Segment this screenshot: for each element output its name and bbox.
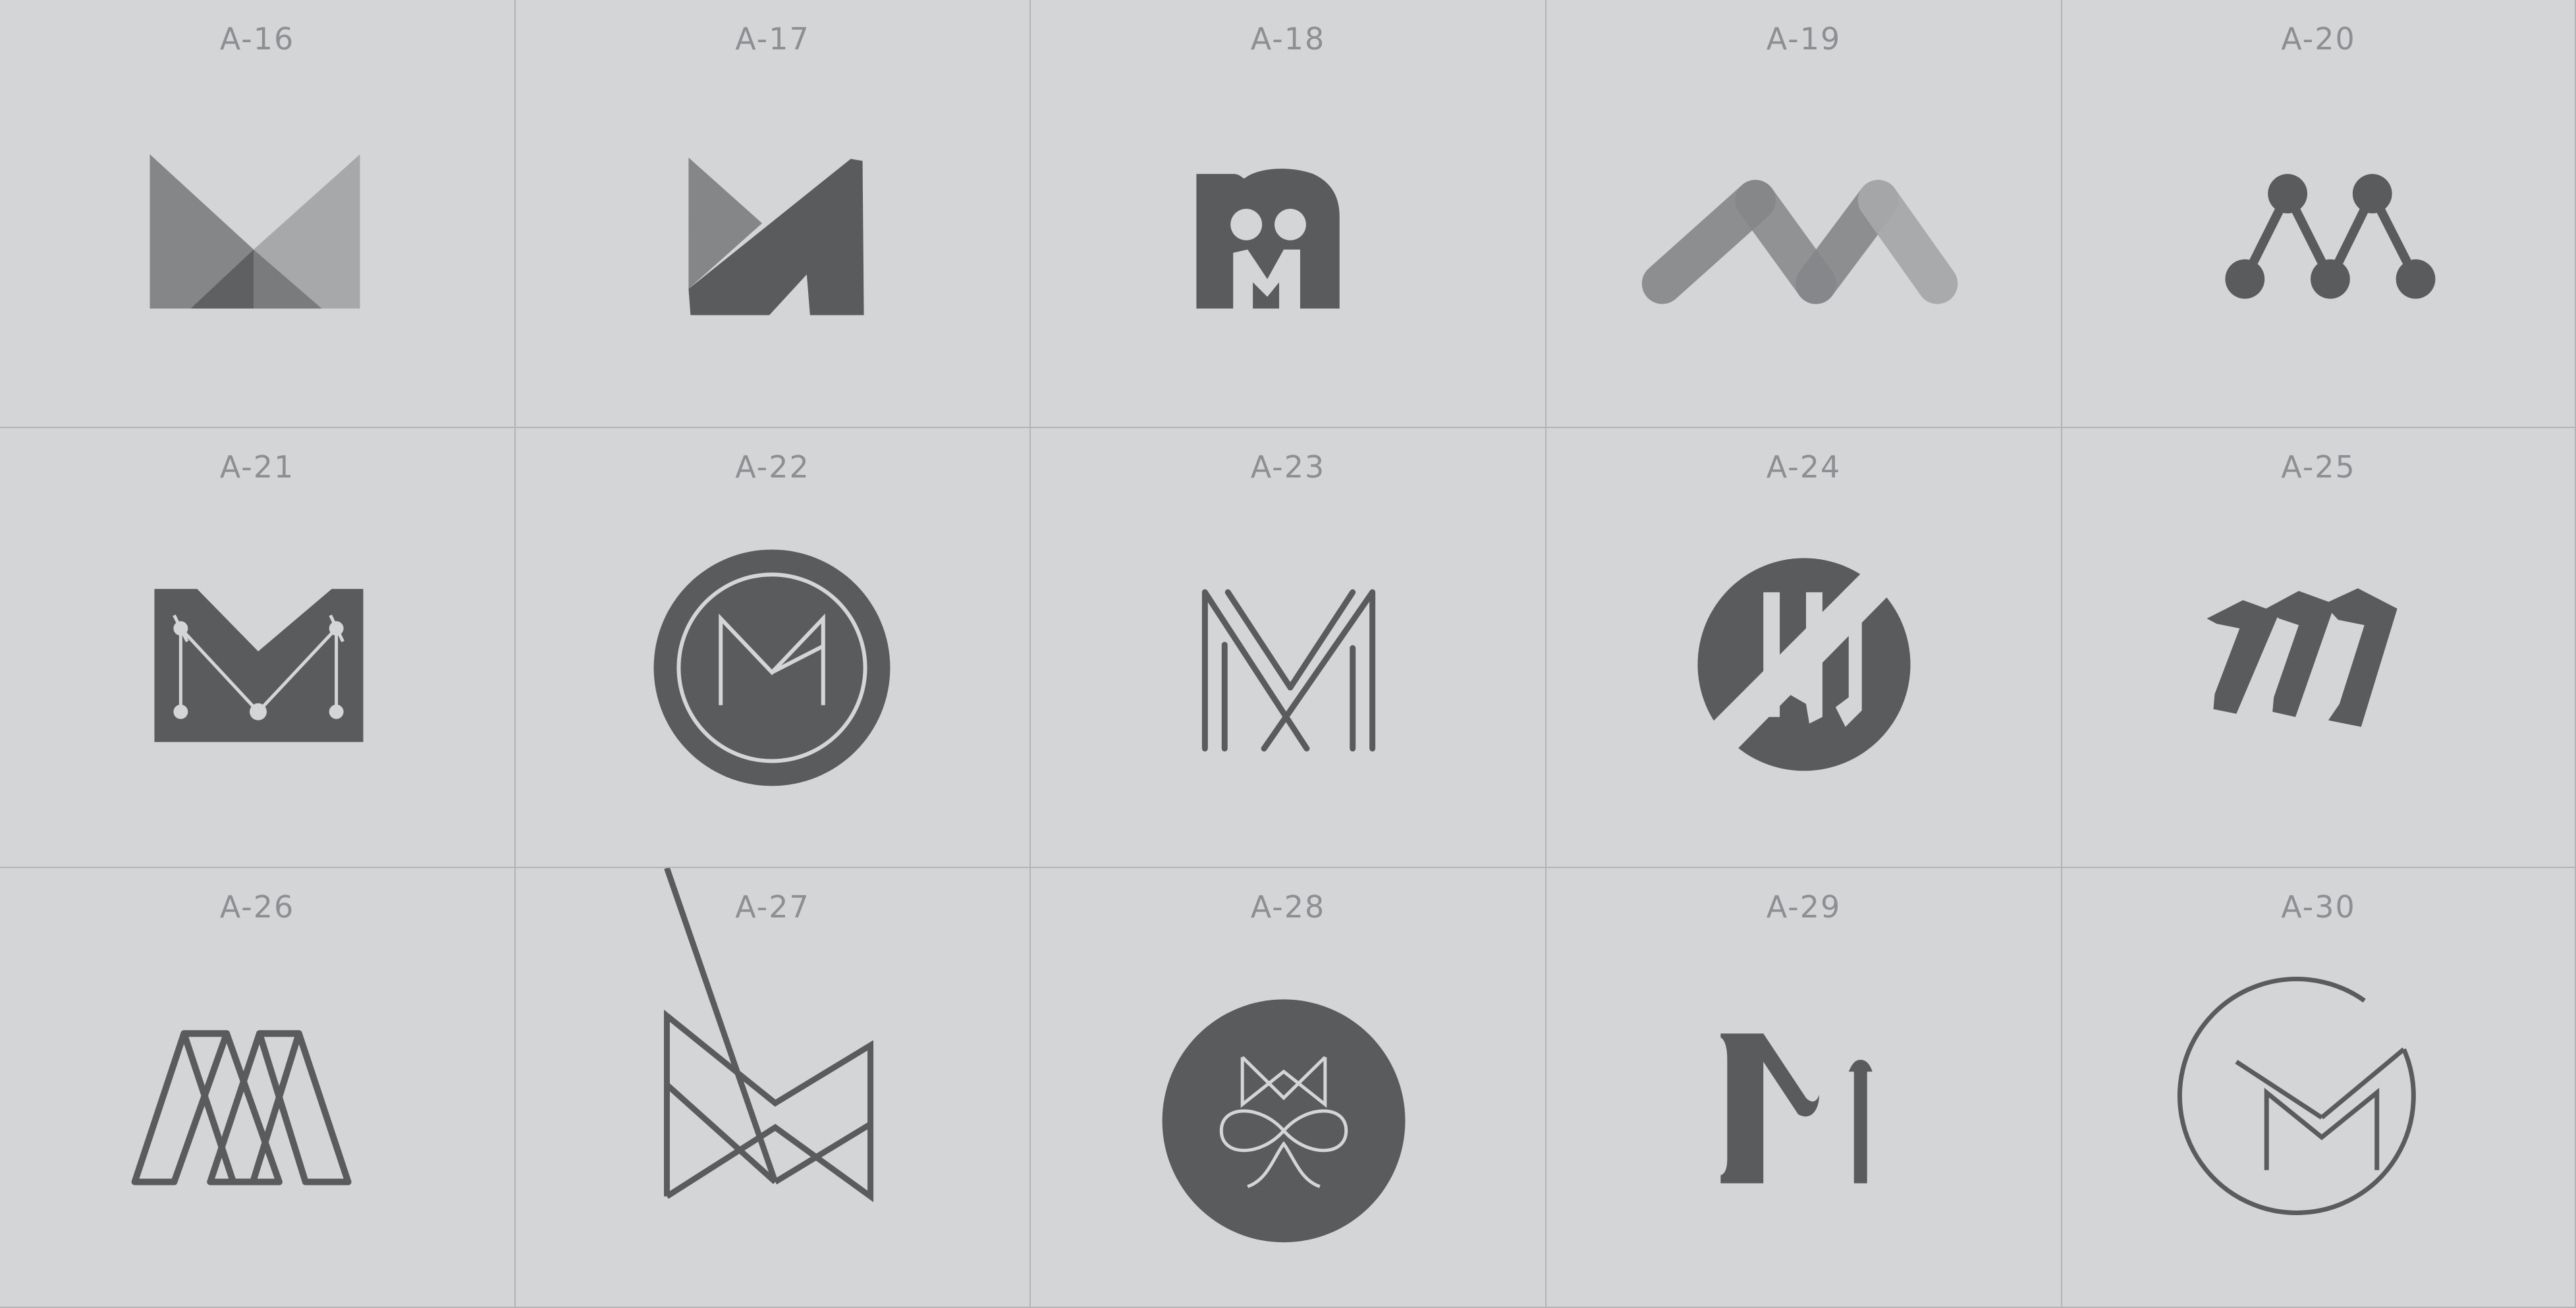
folded-m-icon (688, 157, 864, 315)
line-m-icon (1201, 589, 1376, 752)
logo-cell-a27: A-27 (516, 868, 1031, 1308)
bowtie-m-icon (663, 868, 874, 1203)
logo-cell-a18: A-18 (1031, 0, 1547, 428)
logo-cell-a23: A-23 (1031, 428, 1547, 868)
brush-m-icon (2206, 588, 2398, 727)
two-figures-m-icon (1196, 169, 1340, 309)
node-network-m-icon (2225, 174, 2436, 299)
ribbon-m-icon (1641, 180, 1958, 304)
logo-cell-a20: A-20 (2062, 0, 2576, 428)
logo-cell-a30: A-30 (2062, 868, 2576, 1308)
logo-cell-a19: A-19 (1547, 0, 2062, 428)
logo-cell-a29: A-29 (1547, 868, 2062, 1308)
circuit-m-icon (154, 589, 364, 742)
logo-contact-sheet: A-16 A-17 A-18 A-19 A-20 A-21 A-22 A-23 … (0, 0, 2576, 1308)
double-outline-m-icon (131, 1030, 352, 1185)
circle-check-m-icon (2177, 977, 2416, 1215)
geometric-m-icon (150, 154, 360, 309)
infinity-m-icon (1162, 999, 1406, 1243)
circle-badge-m-icon (653, 549, 891, 786)
logo-cell-a25: A-25 (2062, 428, 2576, 868)
split-circle-m-icon (1697, 558, 1911, 771)
logo-cell-a24: A-24 (1547, 428, 2062, 868)
logo-cell-a21: A-21 (0, 428, 516, 868)
logo-cell-a22: A-22 (516, 428, 1031, 868)
logo-cell-a28: A-28 (1031, 868, 1547, 1308)
logo-cell-a26: A-26 (0, 868, 516, 1308)
logo-cell-a16: A-16 (0, 0, 516, 428)
serif-m-icon (1720, 1033, 1873, 1184)
logo-cell-a17: A-17 (516, 0, 1031, 428)
